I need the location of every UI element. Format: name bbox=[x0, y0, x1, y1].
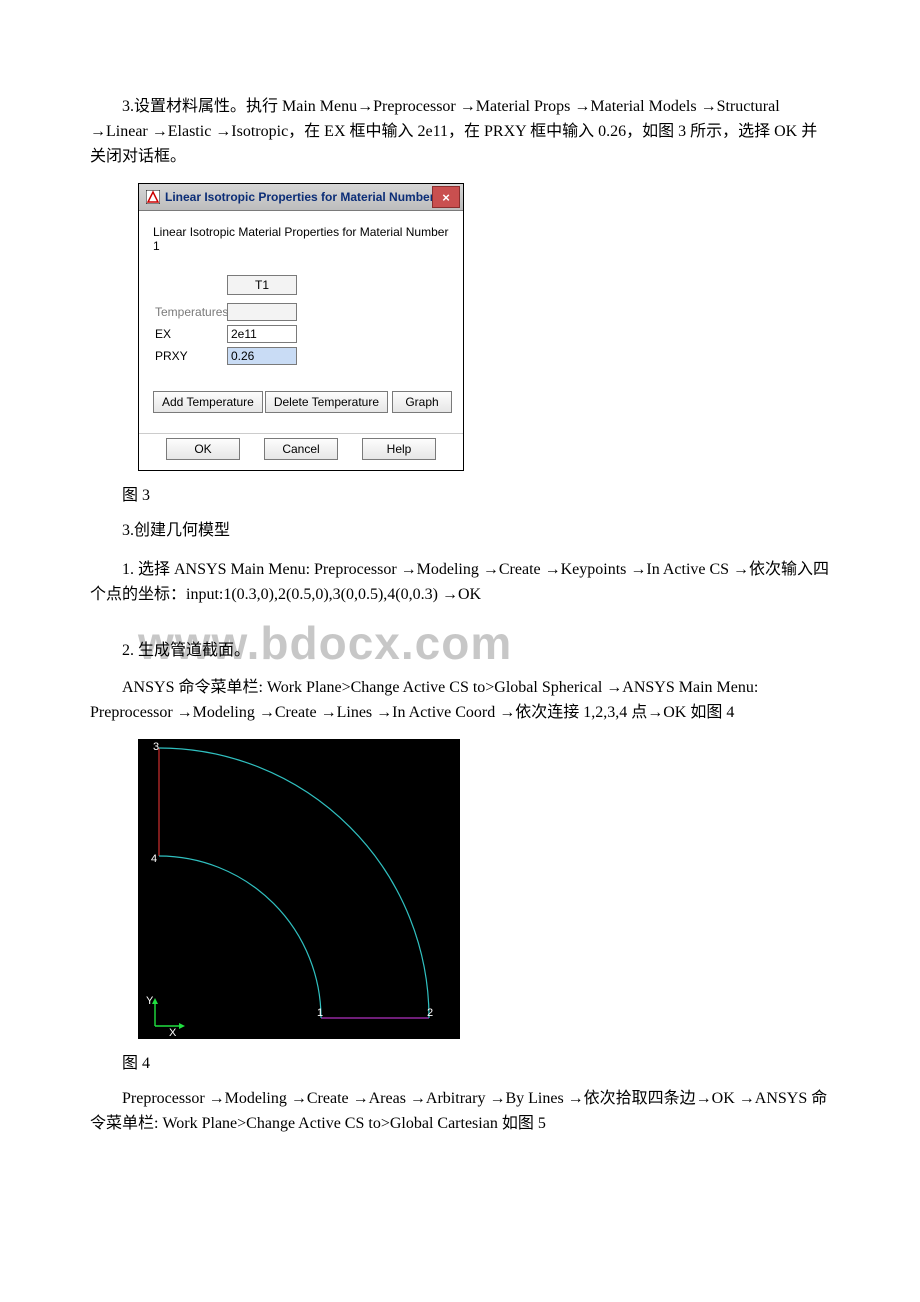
figure-dialog-linear-isotropic: Linear Isotropic Properties for Material… bbox=[138, 183, 830, 471]
para-material-props: 3.设置材料属性。执行 Main Menu→Preprocessor →Mate… bbox=[90, 95, 830, 169]
caption-fig4: 图 4 bbox=[90, 1049, 830, 1073]
kp4-label: 4 bbox=[151, 853, 157, 865]
prxy-field[interactable]: 0.26 bbox=[227, 347, 297, 365]
kp1-label: 1 bbox=[317, 1007, 323, 1019]
axis-y-label: Y bbox=[146, 995, 154, 1007]
material-grid: T1 Temperatures EX 2e11 PRXY 0.26 bbox=[153, 275, 449, 365]
row-label-prxy: PRXY bbox=[153, 349, 227, 363]
axis-x-label: X bbox=[169, 1027, 177, 1039]
para-create-geom-heading: 3.创建几何模型 bbox=[90, 519, 830, 544]
ansys-plot: Y X 1 2 3 4 bbox=[138, 739, 460, 1039]
help-button[interactable]: Help bbox=[362, 438, 436, 460]
delete-temperature-button[interactable]: Delete Temperature bbox=[265, 391, 388, 413]
dialog-window: Linear Isotropic Properties for Material… bbox=[138, 183, 464, 471]
para-create-areas: Preprocessor →Modeling →Create →Areas →A… bbox=[90, 1087, 830, 1137]
add-temperature-button[interactable]: Add Temperature bbox=[153, 391, 263, 413]
ansys-icon bbox=[139, 190, 163, 204]
dialog-temperature-buttons: Add Temperature Delete Temperature Graph bbox=[153, 391, 449, 413]
dialog-subtitle: Linear Isotropic Material Properties for… bbox=[153, 225, 449, 253]
row-label-temperatures: Temperatures bbox=[153, 305, 227, 319]
kp3-label: 3 bbox=[153, 741, 159, 753]
kp2-label: 2 bbox=[427, 1007, 433, 1019]
close-icon: × bbox=[442, 191, 450, 204]
temperatures-field[interactable] bbox=[227, 303, 297, 321]
dialog-titlebar: Linear Isotropic Properties for Material… bbox=[139, 184, 463, 211]
ok-button[interactable]: OK bbox=[166, 438, 240, 460]
para-create-lines: ANSYS 命令菜单栏: Work Plane>Change Active CS… bbox=[90, 676, 830, 726]
row-label-ex: EX bbox=[153, 327, 227, 341]
figure-ansys-section: Y X 1 2 3 4 bbox=[138, 739, 830, 1039]
close-button[interactable]: × bbox=[432, 186, 460, 208]
caption-fig3: 图 3 bbox=[90, 481, 830, 505]
dialog-footer: OK Cancel Help bbox=[139, 433, 463, 470]
para-pipe-section: 2. 生成管道截面。 bbox=[90, 636, 250, 660]
dialog-body: Linear Isotropic Material Properties for… bbox=[139, 211, 463, 433]
ex-field[interactable]: 2e11 bbox=[227, 325, 297, 343]
graph-button[interactable]: Graph bbox=[392, 391, 452, 413]
dialog-title: Linear Isotropic Properties for Material… bbox=[163, 190, 432, 204]
para-create-keypoints: 1. 选择 ANSYS Main Menu: Preprocessor →Mod… bbox=[90, 558, 830, 608]
col-header-t1: T1 bbox=[227, 275, 297, 295]
cancel-button[interactable]: Cancel bbox=[264, 438, 338, 460]
